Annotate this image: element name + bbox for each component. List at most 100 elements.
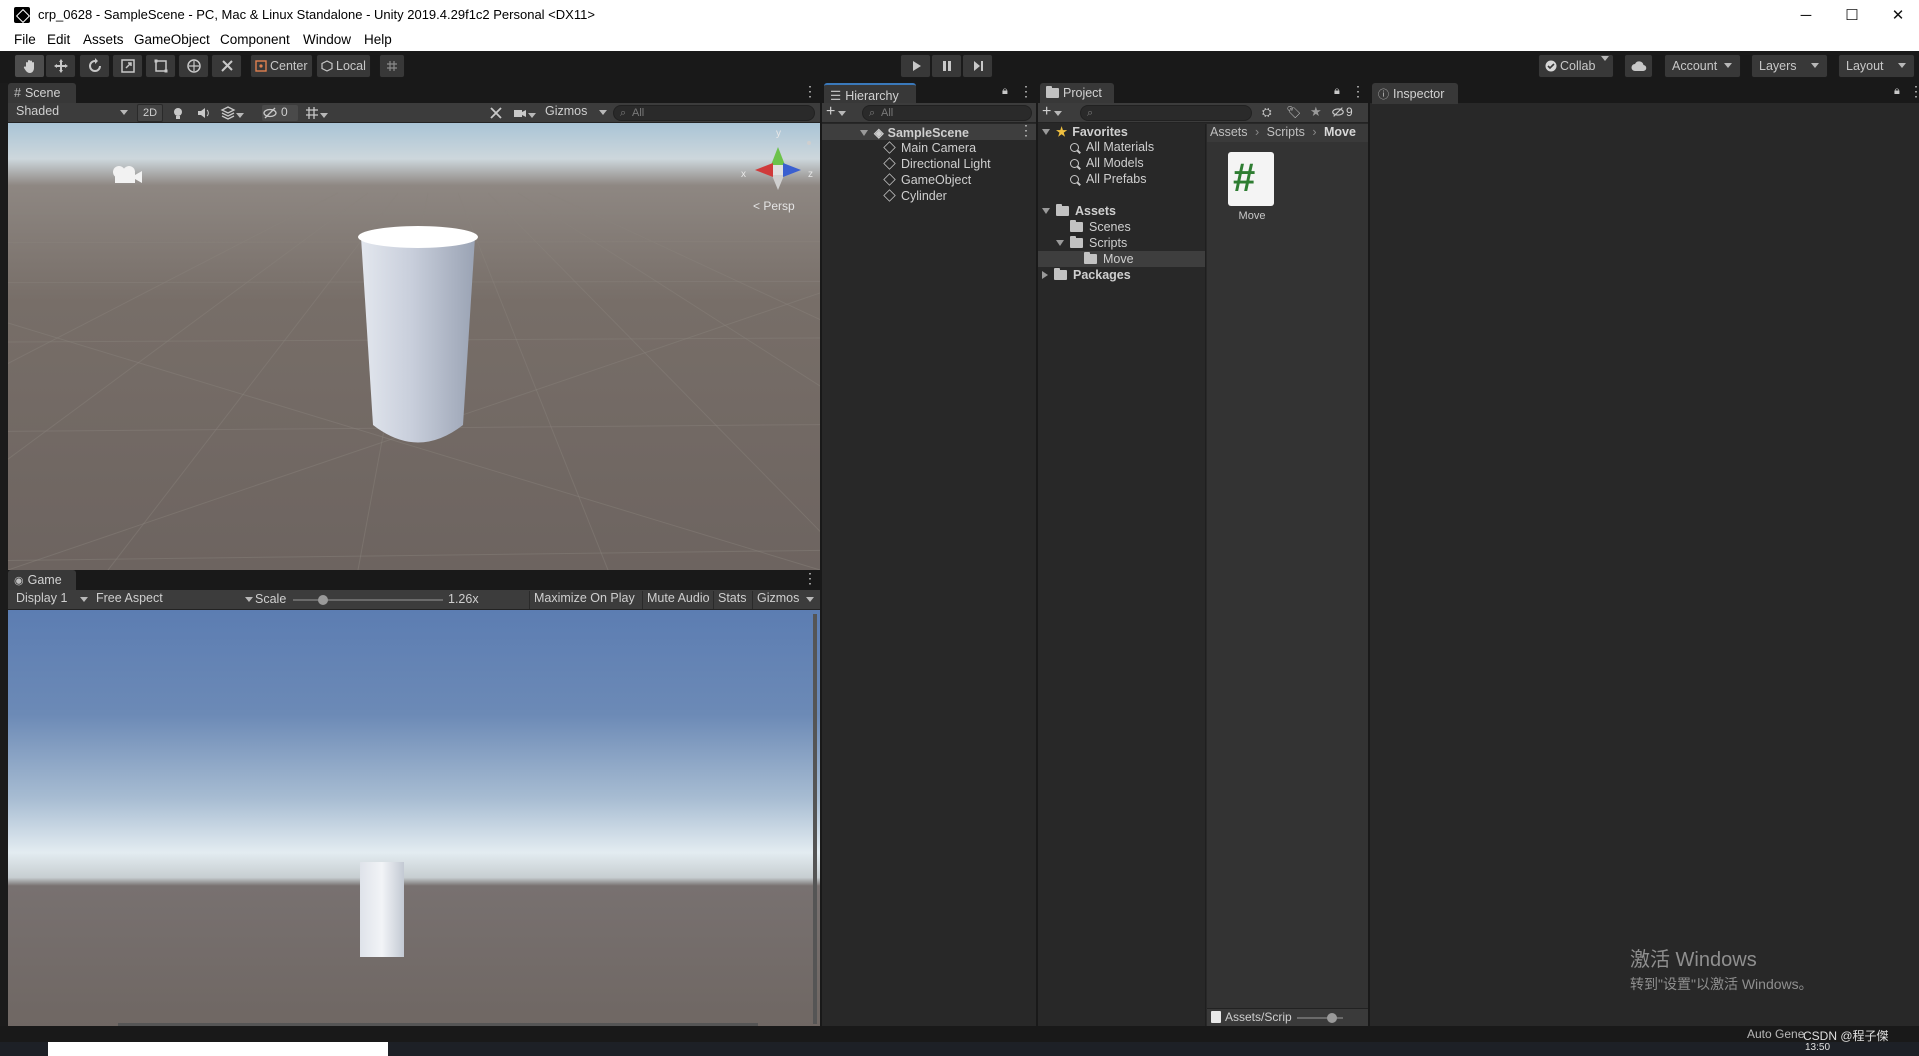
hierarchy-item-gameobject[interactable]: GameObject xyxy=(883,173,971,189)
project-lock-icon[interactable]: 🔒︎ xyxy=(1334,85,1340,98)
layers-dropdown[interactable]: Layers xyxy=(1751,54,1828,78)
tab-game[interactable]: ◉ Game xyxy=(8,570,76,591)
aspect-dropdown[interactable]: Free Aspect xyxy=(92,591,257,609)
hand-tool-button[interactable] xyxy=(14,54,45,78)
maximize-button[interactable]: ☐ xyxy=(1829,0,1875,30)
scale-tool-button[interactable] xyxy=(112,54,143,78)
game-scrollbar[interactable] xyxy=(813,614,817,1024)
rect-tool-button[interactable] xyxy=(145,54,176,78)
cloud-button[interactable] xyxy=(1624,54,1653,78)
step-button[interactable] xyxy=(962,54,993,78)
project-create-button[interactable]: + xyxy=(1042,104,1068,122)
hierarchy-scene-row[interactable]: ◈ SampleScene xyxy=(822,122,1036,140)
rotate-tool-button[interactable] xyxy=(79,54,110,78)
maximize-on-play-toggle[interactable]: Maximize On Play xyxy=(529,591,643,609)
custom-tool-button[interactable] xyxy=(211,54,242,78)
menu-help[interactable]: Help xyxy=(364,32,392,47)
scene-row-menu-icon[interactable] xyxy=(1019,122,1033,139)
tab-inspector[interactable]: ⓘ Inspector xyxy=(1372,83,1458,104)
asset-move-script[interactable]: # Move xyxy=(1226,152,1274,224)
project-search-input[interactable]: ⌕ xyxy=(1080,105,1252,121)
play-button[interactable] xyxy=(900,54,931,78)
tab-project[interactable]: Project xyxy=(1040,83,1114,104)
favorite-all-models[interactable]: All Models xyxy=(1070,156,1144,172)
scene-tools-button[interactable] xyxy=(488,105,504,121)
pivot-center-toggle[interactable]: Center xyxy=(250,54,313,78)
collab-dropdown[interactable]: Collab xyxy=(1538,54,1614,78)
hierarchy-panel: ☰Hierarchy 🔒︎ + ⌕ All ◈SampleScene Main … xyxy=(822,83,1036,1026)
folder-move-row[interactable]: Move xyxy=(1038,251,1205,267)
scene-search-input[interactable]: ⌕ All xyxy=(613,105,815,121)
project-hidden-count: 9 xyxy=(1346,105,1353,119)
folder-scenes[interactable]: Scenes xyxy=(1070,220,1131,236)
breadcrumb-scripts[interactable]: Scripts xyxy=(1267,125,1305,139)
mute-audio-toggle[interactable]: Mute Audio xyxy=(642,591,713,609)
game-gizmos-dropdown[interactable]: Gizmos xyxy=(752,591,818,609)
audio-toggle[interactable] xyxy=(196,105,212,121)
scale-label: Scale xyxy=(255,592,287,606)
persp-label[interactable]: < Persp xyxy=(753,199,795,213)
menu-edit[interactable]: Edit xyxy=(47,32,70,47)
tab-hierarchy[interactable]: ☰ Hierarchy xyxy=(824,83,916,104)
rect-transform-icon xyxy=(154,59,167,73)
breadcrumb-move[interactable]: Move xyxy=(1324,125,1356,139)
create-caret-icon xyxy=(838,105,850,123)
hierarchy-item-cylinder[interactable]: Cylinder xyxy=(883,189,947,205)
tab-scene[interactable]: # Scene xyxy=(8,83,76,104)
inspector-menu-icon[interactable] xyxy=(1909,83,1919,100)
close-button[interactable]: ✕ xyxy=(1875,0,1919,30)
menu-file[interactable]: File xyxy=(14,32,36,47)
menu-window[interactable]: Window xyxy=(303,32,351,47)
hierarchy-item-directional-light[interactable]: Directional Light xyxy=(883,157,991,173)
pause-button[interactable] xyxy=(931,54,962,78)
hierarchy-create-button[interactable]: + xyxy=(826,104,852,122)
stats-toggle[interactable]: Stats xyxy=(713,591,752,609)
folder-scripts[interactable]: Scripts xyxy=(1056,236,1127,252)
game-viewport[interactable] xyxy=(8,610,820,1028)
inspector-lock-icon[interactable]: 🔒︎ xyxy=(1894,85,1900,98)
project-hidden-toggle[interactable]: 9 xyxy=(1331,105,1361,121)
search-by-label-icon[interactable]: 🏷︎ xyxy=(1286,105,1301,119)
grid-dropdown[interactable] xyxy=(304,105,334,121)
icon-size-thumb[interactable] xyxy=(1327,1013,1337,1023)
scene-gizmos-dropdown[interactable]: Gizmos xyxy=(541,104,611,122)
taskbar-search-box[interactable] xyxy=(48,1042,388,1056)
assets-folder-row[interactable]: Assets xyxy=(1042,204,1116,220)
breadcrumb-assets[interactable]: Assets xyxy=(1210,125,1248,139)
menu-assets[interactable]: Assets xyxy=(83,32,124,47)
favorite-all-prefabs[interactable]: All Prefabs xyxy=(1070,172,1146,188)
camera-settings-dropdown[interactable] xyxy=(512,105,542,121)
favorite-star-icon[interactable]: ★ xyxy=(1310,104,1322,120)
transform-tool-button[interactable] xyxy=(178,54,209,78)
favorites-row[interactable]: ★ Favorites xyxy=(1042,124,1128,140)
2d-toggle[interactable]: 2D xyxy=(137,104,163,122)
menu-gameobject[interactable]: GameObject xyxy=(134,32,210,47)
hierarchy-menu-icon[interactable] xyxy=(1019,83,1033,100)
scale-slider-thumb[interactable] xyxy=(318,595,328,605)
icon-size-slider[interactable] xyxy=(1297,1013,1343,1023)
project-menu-icon[interactable] xyxy=(1351,83,1365,100)
display-dropdown[interactable]: Display 1 xyxy=(12,591,92,609)
hierarchy-list-icon: ☰ xyxy=(830,89,842,103)
scene-viewport[interactable]: y x z < Persp xyxy=(8,123,820,570)
hierarchy-lock-icon[interactable]: 🔒︎ xyxy=(1002,85,1008,98)
pivot-local-toggle[interactable]: Local xyxy=(316,54,371,78)
shading-mode-dropdown[interactable]: Shaded xyxy=(12,104,132,122)
game-menu-icon[interactable] xyxy=(803,570,817,587)
effects-dropdown[interactable] xyxy=(220,105,250,121)
account-dropdown[interactable]: Account xyxy=(1664,54,1741,78)
menu-component[interactable]: Component xyxy=(220,32,290,47)
minimize-button[interactable]: ─ xyxy=(1783,0,1829,30)
favorite-all-materials[interactable]: All Materials xyxy=(1070,140,1154,156)
grid-snap-button[interactable] xyxy=(379,54,405,78)
scene-menu-icon[interactable] xyxy=(803,83,817,100)
lighting-toggle[interactable] xyxy=(170,105,186,121)
packages-folder-row[interactable]: Packages xyxy=(1042,268,1131,284)
scale-slider[interactable] xyxy=(293,595,443,605)
hierarchy-item-main-camera[interactable]: Main Camera xyxy=(883,141,976,157)
move-tool-button[interactable] xyxy=(45,54,76,78)
layout-dropdown[interactable]: Layout xyxy=(1838,54,1915,78)
scene-visibility-toggle[interactable]: 0 xyxy=(262,105,298,121)
hierarchy-search-input[interactable]: ⌕ All xyxy=(862,105,1032,121)
search-by-type-icon[interactable]: ⛭ xyxy=(1262,105,1272,120)
